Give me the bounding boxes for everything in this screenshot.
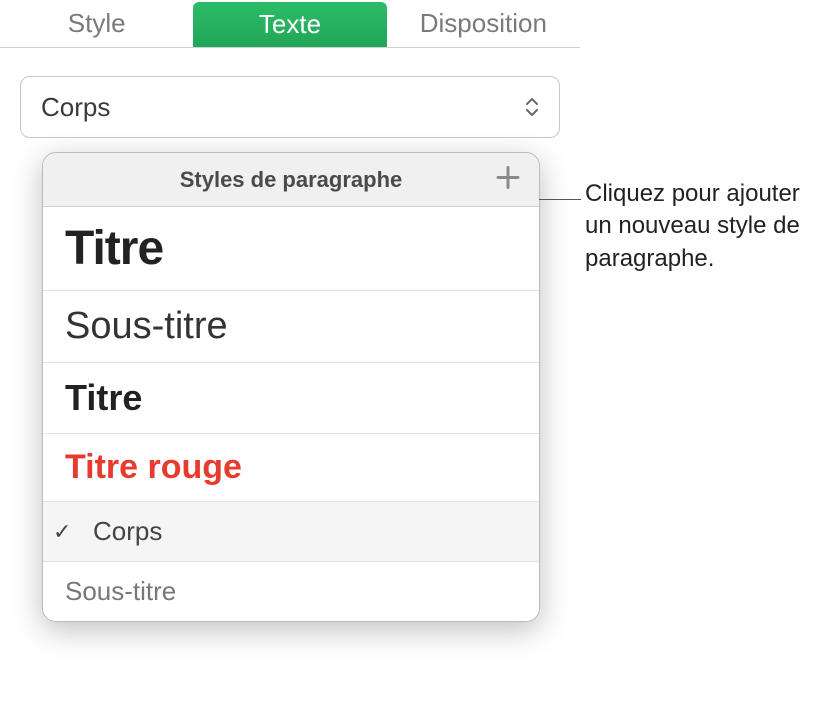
tab-texte[interactable]: Texte	[193, 2, 386, 47]
tab-bar: Style Texte Disposition	[0, 0, 580, 48]
style-label: Titre	[65, 377, 142, 419]
tab-disposition[interactable]: Disposition	[387, 0, 580, 47]
inspector-panel: Style Texte Disposition Corps Styles de …	[0, 0, 580, 138]
style-label: Sous-titre	[65, 576, 176, 607]
style-label: Titre rouge	[65, 448, 242, 487]
style-label: Sous-titre	[65, 305, 228, 348]
popover-header: Styles de paragraphe	[43, 153, 539, 207]
style-item-corps[interactable]: ✓ Corps	[43, 502, 539, 562]
callout-text: Cliquez pour ajouter un nouveau style de…	[585, 178, 805, 275]
style-item-titre[interactable]: Titre	[43, 207, 539, 291]
style-item-sous-titre[interactable]: Sous-titre	[43, 291, 539, 363]
style-label: Titre	[65, 221, 163, 276]
style-item-titre-rouge[interactable]: Titre rouge	[43, 434, 539, 502]
paragraph-styles-popover: Styles de paragraphe Titre Sous-titre Ti…	[42, 152, 540, 622]
plus-icon	[495, 164, 521, 190]
chevron-updown-icon	[525, 98, 539, 116]
style-list: Titre Sous-titre Titre Titre rouge ✓ Cor…	[43, 207, 539, 621]
style-item-sous-titre-2[interactable]: Sous-titre	[43, 562, 539, 621]
style-label: Corps	[65, 516, 162, 547]
checkmark-icon: ✓	[53, 519, 71, 545]
dropdown-value: Corps	[41, 92, 110, 123]
tab-style[interactable]: Style	[0, 0, 193, 47]
paragraph-style-dropdown[interactable]: Corps	[20, 76, 560, 138]
popover-title: Styles de paragraphe	[180, 167, 403, 193]
style-item-titre-2[interactable]: Titre	[43, 363, 539, 434]
add-style-button[interactable]	[495, 164, 521, 195]
